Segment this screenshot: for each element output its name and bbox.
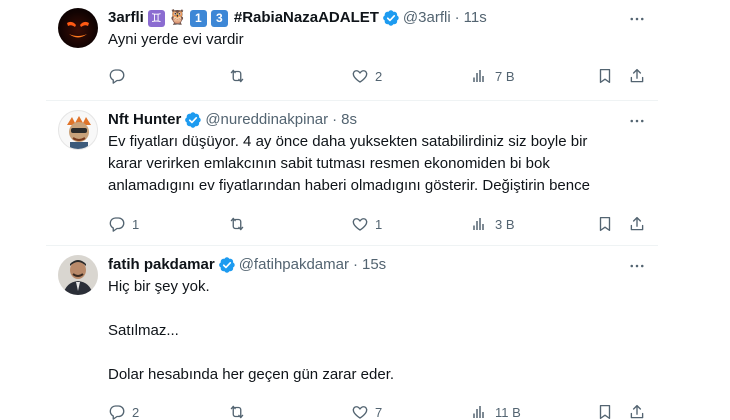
tweet-text-line: Ev fiyatları düşüyor. 4 ay önce daha yuk…: [108, 133, 588, 150]
bookmark-button[interactable]: [596, 403, 614, 420]
tweet-text-line: karar verirken emlakcının sabit tutması …: [108, 155, 550, 172]
reply-icon: [108, 67, 126, 85]
like-button[interactable]: 2: [351, 67, 382, 85]
like-count: 2: [375, 68, 383, 84]
author-name[interactable]: 3arfli: [108, 8, 144, 28]
reply-icon: [108, 403, 126, 420]
views-chart-icon: [471, 403, 489, 420]
timestamp[interactable]: 11s: [464, 8, 487, 28]
verified-badge-icon[interactable]: [382, 9, 400, 27]
number-three-emoji-icon: 3: [210, 9, 228, 27]
retweet-icon: [228, 403, 246, 420]
avatar[interactable]: [58, 255, 98, 295]
retweet-button[interactable]: [228, 215, 252, 233]
retweet-button[interactable]: [228, 67, 252, 85]
avatar[interactable]: [58, 8, 98, 48]
reply-button[interactable]: 2: [108, 403, 139, 420]
tweet-text-line: Hiç bir şey yok.: [108, 278, 210, 295]
reply-icon: [108, 215, 126, 233]
bookmark-button[interactable]: [596, 67, 614, 85]
author-name[interactable]: Nft Hunter: [108, 110, 181, 130]
author-handle[interactable]: @nureddinakpinar: [205, 110, 328, 130]
views-button[interactable]: 11 B: [471, 403, 521, 420]
tweet[interactable]: Nft Hunter @nureddinakpinar · 8s Ev fiya…: [46, 102, 658, 246]
profile-photo-icon: [58, 255, 98, 295]
reply-count: 1: [132, 216, 140, 232]
views-chart-icon: [471, 67, 489, 85]
more-options-icon[interactable]: [628, 10, 646, 28]
author-handle[interactable]: @fatihpakdamar: [239, 255, 349, 275]
tweet-text: Hiç bir şey yok. Satılmaz... Dolar hesab…: [108, 276, 646, 386]
like-count: 7: [375, 404, 383, 420]
cartoon-character-icon: [67, 116, 91, 149]
heart-icon: [351, 215, 369, 233]
bookmark-icon: [596, 67, 614, 85]
owl-emoji-icon: 🦉: [168, 9, 187, 26]
like-count: 1: [375, 216, 383, 232]
tweet-text-line: Satılmaz...: [108, 322, 179, 339]
retweet-icon: [228, 215, 246, 233]
verified-badge-icon[interactable]: [218, 256, 236, 274]
tweet[interactable]: fatih pakdamar @fatihpakdamar · 15s Hiç …: [46, 247, 658, 420]
views-button[interactable]: 7 B: [471, 67, 515, 85]
tweet[interactable]: 3arfli ♊ 🦉 1 3 #RabiaNazaADALET @3arfli …: [46, 0, 658, 101]
share-button[interactable]: [628, 403, 646, 420]
avatar[interactable]: [58, 110, 98, 150]
reply-button[interactable]: [108, 67, 132, 85]
tweet-text-line: Ayni yerde evi vardir: [108, 31, 244, 48]
views-chart-icon: [471, 215, 489, 233]
share-button[interactable]: [628, 215, 646, 233]
share-icon: [628, 67, 646, 85]
view-count: 7 B: [495, 68, 515, 84]
tweet-text: Ev fiyatları düşüyor. 4 ay önce daha yuk…: [108, 131, 646, 197]
more-options-icon[interactable]: [628, 112, 646, 130]
author-handle[interactable]: @3arfli: [403, 8, 451, 28]
share-button[interactable]: [628, 67, 646, 85]
more-options-icon[interactable]: [628, 257, 646, 275]
retweet-icon: [228, 67, 246, 85]
heart-icon: [351, 403, 369, 420]
heart-icon: [351, 67, 369, 85]
timestamp[interactable]: 15s: [362, 255, 386, 275]
tweet-text-line: anlamadıgını ev fiyatlarından haberi olm…: [108, 177, 590, 194]
action-bar: 1 1 3 B: [108, 214, 646, 234]
verified-badge-icon[interactable]: [184, 111, 202, 129]
retweet-button[interactable]: [228, 403, 252, 420]
reply-button[interactable]: 1: [108, 215, 139, 233]
share-icon: [628, 215, 646, 233]
tweet-text-line: Dolar hesabında her geçen gün zarar eder…: [108, 366, 395, 383]
action-bar: 2 7 B: [108, 66, 646, 86]
demon-face-icon: [67, 21, 89, 38]
bookmark-icon: [596, 403, 614, 420]
bookmark-button[interactable]: [596, 215, 614, 233]
gemini-emoji-icon: ♊: [147, 9, 165, 27]
action-bar: 2 7 11 B: [108, 402, 646, 420]
separator-dot: ·: [454, 9, 460, 26]
tweet-text: Ayni yerde evi vardir: [108, 29, 646, 51]
separator-dot: ·: [352, 256, 358, 273]
share-icon: [628, 403, 646, 420]
author-name-hashtag: #RabiaNazaADALET: [233, 9, 379, 26]
author-name[interactable]: fatih pakdamar: [108, 255, 215, 275]
view-count: 3 B: [495, 216, 515, 232]
separator-dot: ·: [332, 111, 338, 128]
bookmark-icon: [596, 215, 614, 233]
view-count: 11 B: [495, 404, 521, 420]
number-one-emoji-icon: 1: [189, 9, 207, 27]
like-button[interactable]: 7: [351, 403, 382, 420]
views-button[interactable]: 3 B: [471, 215, 515, 233]
reply-count: 2: [132, 404, 140, 420]
timestamp[interactable]: 8s: [341, 110, 357, 130]
like-button[interactable]: 1: [351, 215, 382, 233]
